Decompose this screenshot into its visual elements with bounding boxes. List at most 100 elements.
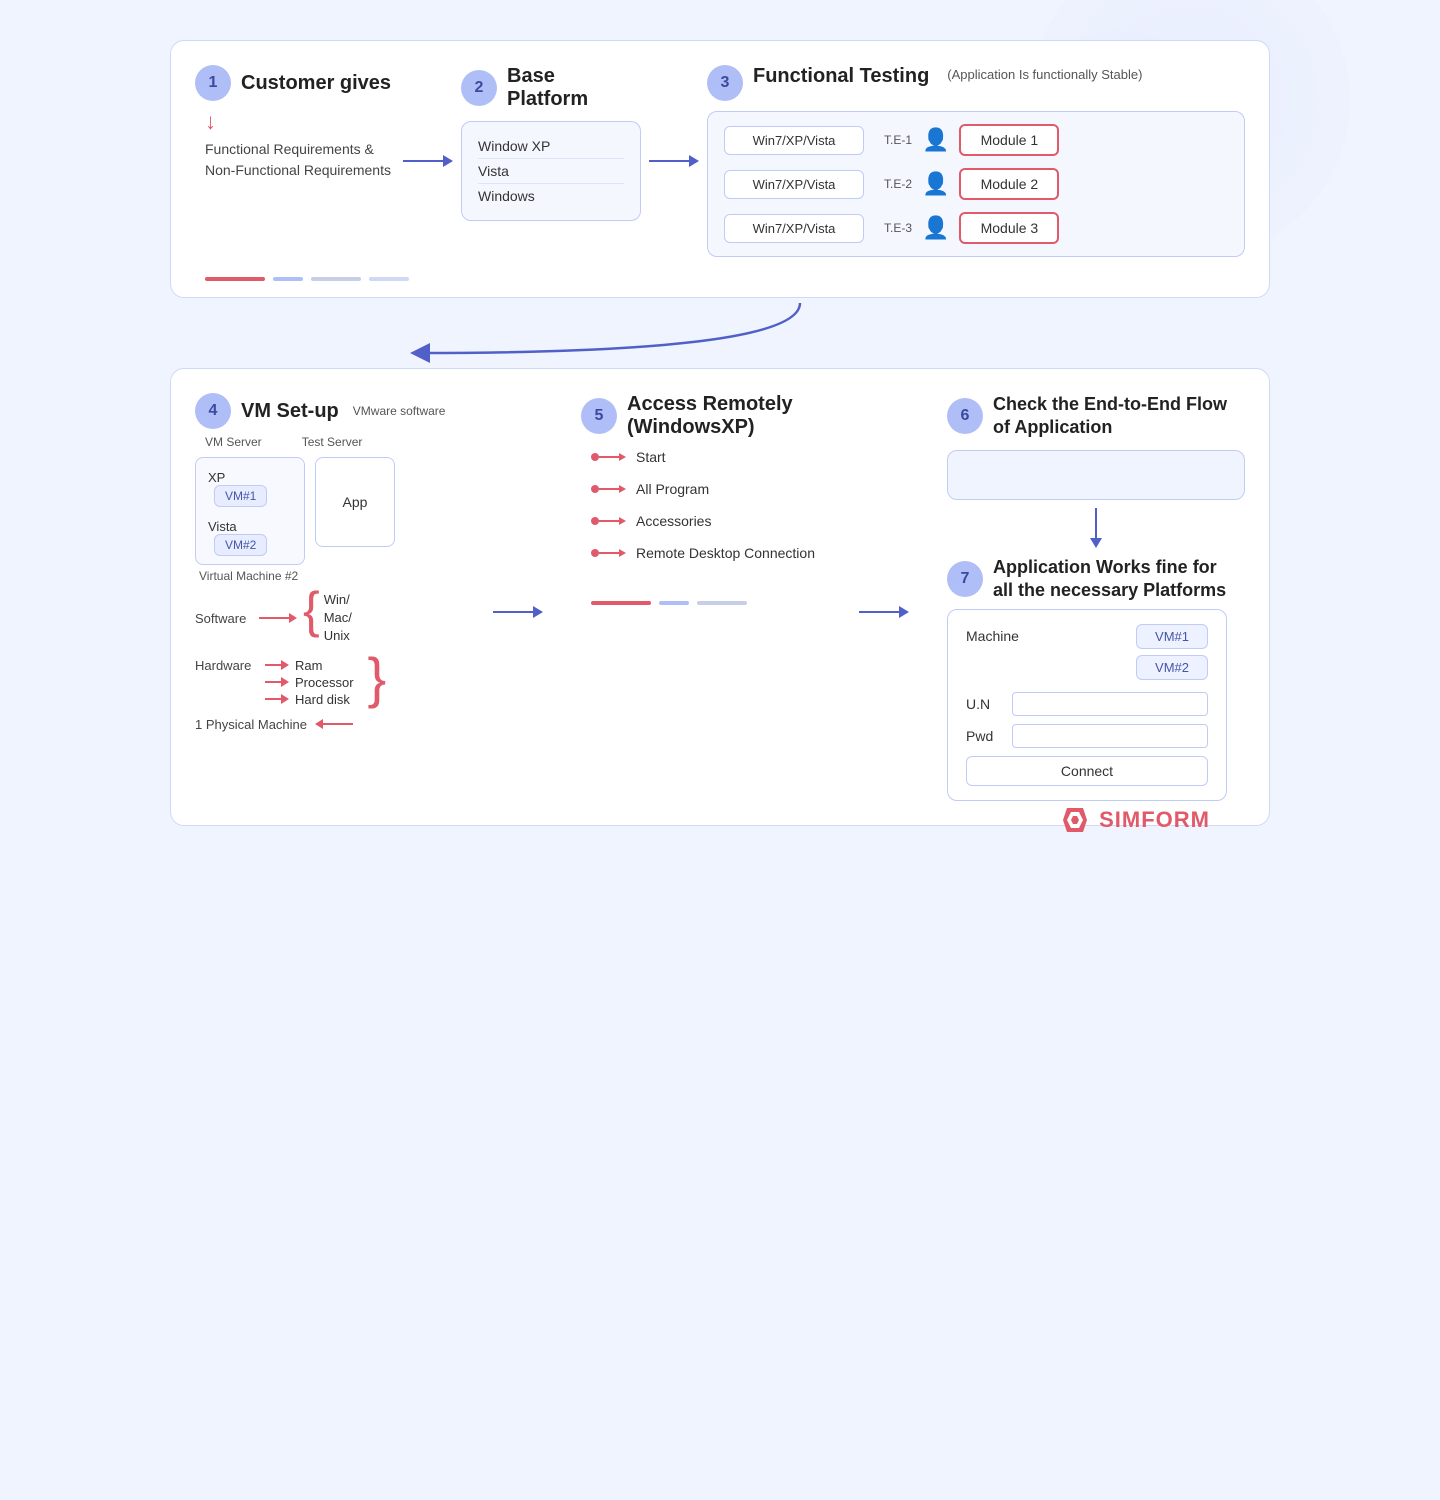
pink-line-hd (265, 698, 281, 700)
step4-servers: VM Server Test Server (195, 435, 455, 449)
software-values: Win/Mac/Unix (324, 591, 352, 646)
v-line (1095, 508, 1097, 538)
module-box-3: Module 3 (959, 212, 1059, 244)
person-icon-2: 👤 (922, 171, 949, 197)
pink-dot-arrow-4 (591, 549, 626, 557)
step3-rows: Win7/XP/Vista T.E-1 👤 Module 1 Win7/XP/V… (724, 124, 1228, 244)
deco-gray-1 (311, 277, 361, 281)
step5-container: 5 Access Remotely (WindowsXP) Start (581, 393, 821, 605)
platform-box-3: Win7/XP/Vista (724, 214, 864, 243)
curved-arrow-svg (220, 298, 920, 368)
v-head (1090, 538, 1102, 548)
deco-lines-bottom (591, 601, 821, 605)
vm-os-vista: Vista (204, 515, 296, 534)
step1-container: 1 Customer gives ↓ Functional Requiremen… (195, 65, 395, 181)
step5-items: Start All Program (581, 449, 821, 561)
pink-stem-2 (599, 488, 619, 490)
pink-tip-3 (619, 517, 626, 525)
step7-badge: 7 (947, 561, 983, 597)
hw-harddisk: Hard disk (265, 692, 354, 707)
step7-vm-boxes: VM#1 VM#2 (1136, 624, 1208, 680)
pink-line-left (323, 723, 353, 725)
pink-dot-arrow-2 (591, 485, 626, 493)
platform-box-2: Win7/XP/Vista (724, 170, 864, 199)
module-box-1: Module 1 (959, 124, 1059, 156)
hw-harddisk-label: Hard disk (295, 692, 350, 707)
pink-arrow-ram (265, 660, 289, 670)
arrow-line-2 (859, 611, 899, 613)
module-box-2: Module 2 (959, 168, 1059, 200)
step2-item-1: Window XP (478, 134, 624, 159)
step5-header: 5 Access Remotely (WindowsXP) (581, 393, 821, 439)
step6-title: Check the End-to-End Flow of Application (993, 393, 1245, 440)
step2-inner-box: Window XP Vista Windows (461, 121, 641, 221)
vm2-label: Virtual Machine #2 (195, 569, 455, 583)
software-arrow (259, 613, 297, 623)
deco-blue-2 (659, 601, 689, 605)
pink-line (259, 617, 289, 619)
step7-header: 7 Application Works fine for all the nec… (947, 556, 1227, 603)
step3-title: Functional Testing (753, 65, 929, 88)
pink-dot-2 (591, 485, 599, 493)
software-label: Software (195, 611, 253, 626)
vm-badge-2: VM#2 (214, 534, 267, 556)
pink-dot-arrow-3 (591, 517, 626, 525)
step7-un-input[interactable] (1012, 692, 1208, 716)
bottom-section: 4 VM Set-up VMware software VM Server Te… (170, 368, 1270, 826)
pink-arrow-proc (265, 677, 289, 687)
top-section: 1 Customer gives ↓ Functional Requiremen… (170, 40, 1270, 298)
vm-column-box: XP VM#1 Vista VM#2 (195, 457, 305, 565)
arrow-2-to-3 (649, 155, 699, 167)
step7-vm-box-2: VM#2 (1136, 655, 1208, 680)
te-label-3: T.E-3 (874, 221, 912, 235)
step3-header: 3 Functional Testing (Application Is fun… (707, 65, 1245, 101)
step7-pwd-input[interactable] (1012, 724, 1208, 748)
arrow-head (533, 606, 543, 618)
step5-label-3: Accessories (636, 513, 711, 529)
arrow-line (493, 611, 533, 613)
deco-gray-2 (697, 601, 747, 605)
step2-container: 2 Base Platform Window XP Vista Windows (461, 65, 641, 221)
hardware-label: Hardware (195, 658, 255, 673)
hw-ram-label: Ram (295, 658, 322, 673)
phys-machine-label: 1 Physical Machine (195, 717, 307, 732)
bottom-row: 4 VM Set-up VMware software VM Server Te… (195, 393, 1245, 801)
vm-server-label: VM Server (205, 435, 262, 449)
te-label-1: T.E-1 (874, 133, 912, 147)
pink-tip-4 (619, 549, 626, 557)
step2-badge: 2 (461, 70, 497, 106)
pink-dot-3 (591, 517, 599, 525)
hw-ram: Ram (265, 658, 354, 673)
step7-inner-box: Machine VM#1 VM#2 U.N Pwd (947, 609, 1227, 801)
step1-title: Customer gives (241, 72, 391, 95)
pink-dot-arrow-1 (591, 453, 626, 461)
pink-head (289, 613, 297, 623)
step3-outer-box: Win7/XP/Vista T.E-1 👤 Module 1 Win7/XP/V… (707, 111, 1245, 257)
brace-icon: { (303, 585, 320, 635)
step3-row-3: Win7/XP/Vista T.E-3 👤 Module 3 (724, 212, 1228, 244)
step3-container: 3 Functional Testing (Application Is fun… (707, 65, 1245, 257)
step6-container: 6 Check the End-to-End Flow of Applicati… (947, 393, 1245, 500)
step7-pwd-row: Pwd (966, 724, 1208, 748)
step7-un-row: U.N (966, 692, 1208, 716)
hardware-section: Hardware Ram (195, 654, 455, 707)
step4-title: VM Set-up (241, 400, 339, 423)
step7-connect-button[interactable]: Connect (966, 756, 1208, 786)
deco-lines-top (205, 277, 1245, 281)
deco-red-2 (591, 601, 651, 605)
step3-subtitle: (Application Is functionally Stable) (947, 67, 1142, 82)
arrow-line (649, 160, 689, 162)
step4-badge: 4 (195, 393, 231, 429)
right-col: 6 Check the End-to-End Flow of Applicati… (947, 393, 1245, 801)
pink-tip-1 (619, 453, 626, 461)
step3-row-2: Win7/XP/Vista T.E-2 👤 Module 2 (724, 168, 1228, 200)
step4-container: 4 VM Set-up VMware software VM Server Te… (195, 393, 455, 732)
person-icon-3: 👤 (922, 215, 949, 241)
step7-pwd-label: Pwd (966, 728, 1002, 744)
software-section: Software { Win/Mac/Unix (195, 591, 455, 646)
step4-header: 4 VM Set-up VMware software (195, 393, 455, 429)
physical-machine: 1 Physical Machine (195, 717, 455, 732)
vm-os-xp: XP (204, 466, 296, 485)
arrow-1-to-2 (403, 155, 453, 167)
step1-description: Functional Requirements & Non-Functional… (205, 139, 395, 181)
